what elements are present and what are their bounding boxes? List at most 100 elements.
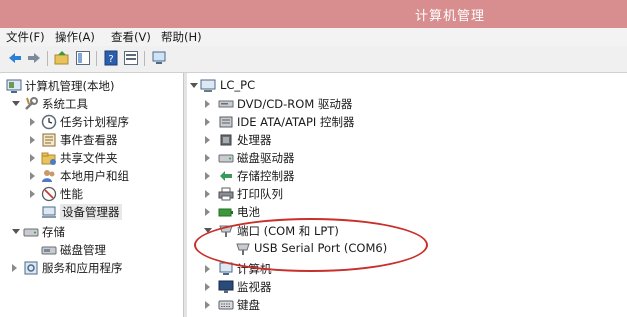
ide-controller-icon (219, 116, 233, 128)
forward-arrow-icon[interactable] (26, 50, 42, 66)
tree-item-services-apps[interactable]: 服务和应用程序 (0, 259, 183, 277)
tree-label: 存储控制器 (237, 169, 295, 183)
tree-label: 键盘 (237, 298, 260, 312)
expand-arrow-icon[interactable] (205, 100, 210, 108)
tree-label: 存储 (42, 225, 65, 239)
tree-label: 任务计划程序 (60, 115, 129, 129)
tree-item-computer-management[interactable]: 计算机管理(本地) (0, 77, 183, 95)
tree-item-shared-folders[interactable]: 共享文件夹 (0, 149, 183, 167)
keyboard-icon (218, 300, 234, 310)
toolbar-separator (144, 51, 145, 66)
tree-label: 计算机管理(本地) (25, 79, 115, 93)
expand-arrow-icon[interactable] (205, 136, 210, 144)
disk-drive-icon (218, 154, 234, 163)
tree-item-performance[interactable]: 性能 (0, 185, 183, 203)
tree-label: 监视器 (237, 280, 272, 294)
tree-item-task-scheduler[interactable]: 任务计划程序 (0, 113, 183, 131)
shared-folder-icon (41, 152, 56, 165)
expand-arrow-icon[interactable] (205, 265, 210, 273)
window-title: 计算机管理 (415, 9, 486, 24)
device-category-keyboards[interactable]: 键盘 (187, 296, 627, 314)
tree-item-local-users[interactable]: 本地用户和组 (0, 167, 183, 185)
monitor-icon (218, 280, 234, 293)
highlight-ellipse (194, 218, 428, 272)
expand-arrow-icon[interactable] (30, 154, 35, 162)
menu-action[interactable]: 操作(A) (55, 29, 95, 45)
tree-label: 磁盘驱动器 (237, 151, 295, 165)
menu-view[interactable]: 查看(V) (111, 29, 151, 45)
tree-item-system-tools[interactable]: 系统工具 (0, 95, 183, 113)
collapse-arrow-icon[interactable] (190, 83, 198, 88)
tree-label: 处理器 (237, 133, 272, 147)
tree-label: 性能 (60, 187, 83, 201)
tree-label: 服务和应用程序 (42, 261, 123, 275)
expand-arrow-icon[interactable] (205, 208, 210, 216)
tree-item-disk-management[interactable]: 磁盘管理 (0, 241, 183, 259)
tree-item-storage[interactable]: 存储 (0, 223, 183, 241)
tree-label: DVD/CD-ROM 驱动器 (237, 97, 353, 111)
device-category-batteries[interactable]: 电池 (187, 203, 627, 221)
expand-arrow-icon[interactable] (205, 283, 210, 291)
device-root-lc-pc[interactable]: LC_PC (187, 77, 627, 95)
tree-item-event-viewer[interactable]: 事件查看器 (0, 131, 183, 149)
services-icon (24, 261, 38, 275)
expand-arrow-icon[interactable] (30, 190, 35, 198)
expand-arrow-icon[interactable] (205, 190, 210, 198)
show-hide-tree-icon[interactable] (75, 50, 91, 66)
menu-help[interactable]: 帮助(H) (161, 29, 202, 45)
tree-label: 共享文件夹 (60, 151, 118, 165)
collapse-arrow-icon[interactable] (12, 101, 20, 106)
device-category-monitors[interactable]: 监视器 (187, 278, 627, 296)
menu-file[interactable]: 文件(F) (6, 29, 45, 45)
help-book-icon[interactable]: ? (103, 50, 119, 66)
expand-arrow-icon[interactable] (205, 154, 210, 162)
event-viewer-icon (42, 133, 56, 147)
device-category-ide[interactable]: IDE ATA/ATAPI 控制器 (187, 113, 627, 131)
tree-item-device-manager[interactable]: 设备管理器 (0, 203, 183, 221)
printer-icon (218, 187, 234, 201)
tree-label: 系统工具 (42, 97, 88, 111)
device-category-dvd[interactable]: DVD/CD-ROM 驱动器 (187, 95, 627, 113)
tree-label: 本地用户和组 (60, 169, 129, 183)
tree-label: IDE ATA/ATAPI 控制器 (237, 115, 355, 129)
performance-icon (41, 186, 57, 202)
device-manager-icon (42, 206, 56, 218)
storage-controller-icon (220, 171, 232, 181)
computer-management-icon (6, 79, 22, 93)
battery-icon (218, 208, 233, 217)
expand-arrow-icon[interactable] (205, 301, 210, 309)
users-icon (42, 170, 55, 182)
disk-management-icon (41, 246, 57, 255)
device-category-processor[interactable]: 处理器 (187, 131, 627, 149)
tree-label: LC_PC (220, 78, 256, 92)
back-arrow-icon[interactable] (7, 50, 23, 66)
storage-icon (23, 228, 39, 237)
properties-icon[interactable] (123, 50, 139, 66)
computer-icon (200, 79, 216, 92)
svg-text:?: ? (108, 54, 113, 65)
device-category-storage-controllers[interactable]: 存储控制器 (187, 167, 627, 185)
expand-arrow-icon[interactable] (30, 136, 35, 144)
device-category-print-queues[interactable]: 打印队列 (187, 185, 627, 203)
expand-arrow-icon[interactable] (205, 118, 210, 126)
toolbar-separator (96, 51, 97, 66)
tree-label: 电池 (237, 205, 260, 219)
clock-icon (41, 114, 57, 130)
expand-arrow-icon[interactable] (30, 172, 35, 180)
dvd-drive-icon (218, 100, 234, 108)
tools-icon (25, 97, 38, 110)
expand-arrow-icon[interactable] (30, 118, 35, 126)
tree-label: 打印队列 (237, 187, 283, 201)
tree-label: 设备管理器 (60, 204, 122, 220)
folder-up-icon[interactable] (54, 50, 70, 66)
expand-arrow-icon[interactable] (12, 264, 17, 272)
navigation-pane: 计算机管理(本地) 系统工具 任务计划程序 事件查看器 共享文件夹 本地用户和组… (0, 73, 183, 317)
tree-label: 事件查看器 (60, 133, 118, 147)
processor-icon (220, 134, 232, 146)
toolbar-separator (47, 51, 48, 66)
computer-view-icon[interactable] (151, 50, 167, 66)
toolbar: ? (0, 46, 627, 73)
device-category-disk-drives[interactable]: 磁盘驱动器 (187, 149, 627, 167)
collapse-arrow-icon[interactable] (12, 229, 20, 234)
expand-arrow-icon[interactable] (205, 172, 210, 180)
